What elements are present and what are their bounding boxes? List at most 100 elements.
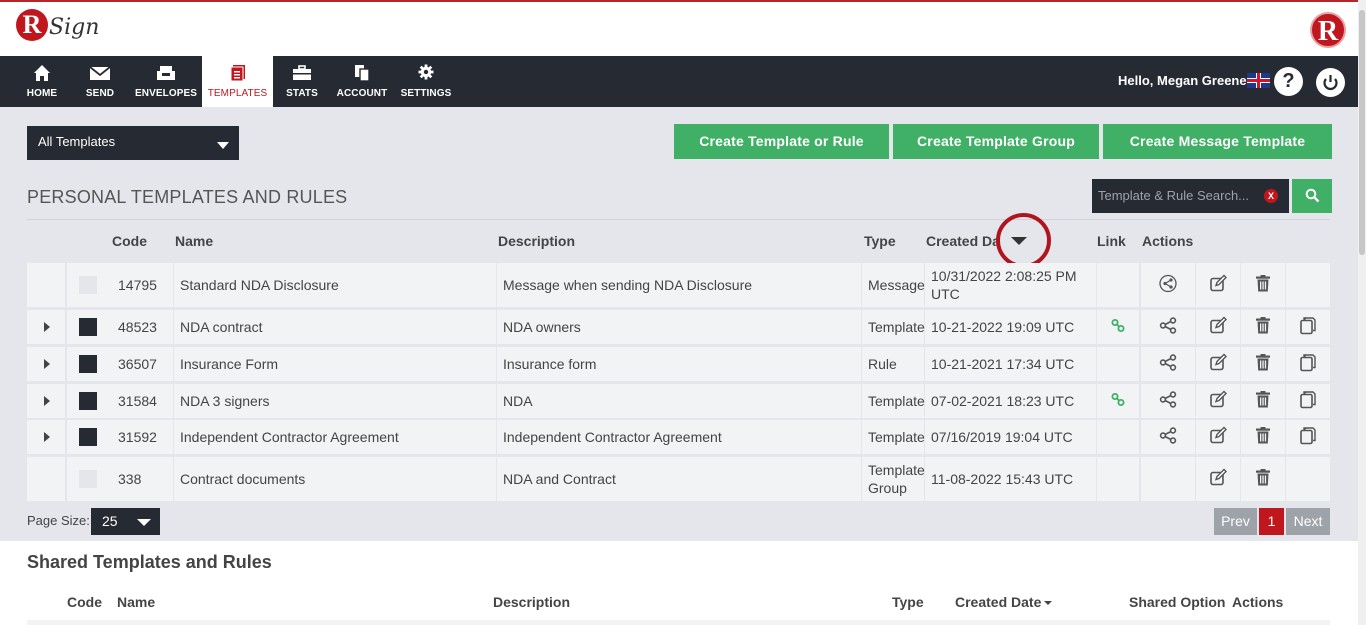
expand-arrow-icon[interactable]	[44, 432, 50, 442]
edit-button[interactable]	[1209, 468, 1227, 490]
shared-column-header-type[interactable]: Type	[892, 594, 924, 610]
copy-button[interactable]	[1299, 354, 1317, 375]
delete-button[interactable]	[1255, 354, 1271, 375]
cell-link	[1097, 457, 1139, 501]
template-search-input[interactable]: Template & Rule Search...	[1092, 179, 1289, 213]
rsign-logo[interactable]: R Sign	[16, 9, 99, 41]
cell-copy	[1286, 420, 1330, 454]
column-header-description[interactable]: Description	[498, 233, 575, 249]
prev-page-button[interactable]: Prev	[1214, 508, 1257, 535]
cell-name: NDA 3 signers	[174, 384, 496, 418]
expand-arrow-icon[interactable]	[44, 322, 50, 332]
share-button[interactable]	[1159, 317, 1177, 338]
search-button[interactable]	[1292, 179, 1332, 213]
edit-button[interactable]	[1209, 390, 1227, 412]
nav-home[interactable]: HOME	[18, 56, 66, 107]
column-header-created-date[interactable]: Created Da	[926, 233, 1000, 249]
link-button[interactable]	[1111, 393, 1125, 410]
copy-button[interactable]	[1299, 427, 1317, 448]
shared-column-header-created-date[interactable]: Created Date	[955, 594, 1053, 610]
column-header-type[interactable]: Type	[864, 233, 896, 249]
table-row[interactable]: 338 Contract documents NDA and Contract Tem…	[27, 457, 1330, 501]
edit-button[interactable]	[1209, 426, 1227, 448]
shared-column-header-name[interactable]: Name	[117, 594, 155, 610]
create-template-or-rule-button[interactable]: Create Template or Rule	[674, 124, 889, 159]
row-checkbox[interactable]	[79, 318, 97, 336]
cell-share	[1141, 420, 1195, 454]
cell-description-text: Independent Contractor Agreement	[503, 429, 722, 445]
cell-type-text: Template	[868, 319, 925, 335]
cell-share	[1141, 263, 1195, 307]
cell-type: Rule	[862, 347, 924, 381]
copy-icon	[1300, 317, 1316, 335]
cell-type-text: Template	[868, 429, 925, 445]
template-filter-select[interactable]: All Templates	[27, 126, 239, 160]
share-button[interactable]	[1159, 391, 1177, 412]
nav-envelopes[interactable]: ENVELOPES	[134, 56, 198, 107]
column-header-actions: Actions	[1142, 233, 1194, 249]
help-icon[interactable]: ?	[1274, 67, 1303, 96]
table-row[interactable]: 31584 NDA 3 signers NDA Template 07-02-2021 …	[27, 384, 1330, 418]
table-row[interactable]: 14795 Standard NDA Disclosure Message when…	[27, 263, 1330, 307]
documents-icon	[355, 65, 370, 82]
shared-column-header-description[interactable]: Description	[493, 594, 570, 610]
delete-button[interactable]	[1255, 391, 1271, 412]
row-checkbox[interactable]	[79, 392, 97, 410]
edit-button[interactable]	[1209, 353, 1227, 375]
link-button[interactable]	[1111, 319, 1125, 336]
expand-cell	[27, 420, 65, 454]
expand-arrow-icon[interactable]	[44, 396, 50, 406]
logout-button[interactable]	[1316, 68, 1345, 97]
cell-description: NDA owners	[497, 310, 861, 344]
create-template-group-button[interactable]: Create Template Group	[893, 124, 1099, 159]
page-1-button[interactable]: 1	[1259, 508, 1284, 535]
user-greeting[interactable]: Hello, Megan Greene	[1118, 73, 1247, 88]
delete-button[interactable]	[1255, 469, 1271, 490]
cell-edit	[1196, 457, 1240, 501]
column-header-name[interactable]: Name	[175, 233, 213, 249]
next-page-button[interactable]: Next	[1286, 508, 1330, 535]
nav-account[interactable]: ACCOUNT	[336, 56, 388, 107]
share-icon	[1159, 427, 1177, 444]
highlight-circle	[996, 213, 1051, 268]
trash-icon	[1256, 354, 1270, 371]
nav-templates[interactable]: TEMPLATES	[202, 56, 273, 107]
table-row[interactable]: 36507 Insurance Form Insurance form Rule 10-…	[27, 347, 1330, 381]
scrollbar-thumb[interactable]	[1359, 10, 1365, 255]
create-message-template-button[interactable]: Create Message Template	[1103, 124, 1332, 159]
clear-search-icon[interactable]: X	[1264, 189, 1278, 203]
shared-column-header-code[interactable]: Code	[67, 594, 102, 610]
edit-button[interactable]	[1209, 316, 1227, 338]
nav-send[interactable]: SEND	[78, 56, 122, 107]
edit-button[interactable]	[1209, 274, 1227, 296]
nav-stats[interactable]: STATS	[283, 56, 321, 107]
share-button[interactable]	[1159, 274, 1177, 296]
share-button[interactable]	[1159, 354, 1177, 375]
delete-button[interactable]	[1255, 317, 1271, 338]
page-size-select[interactable]: 25	[91, 508, 160, 535]
nav-settings[interactable]: SETTINGS	[400, 56, 452, 107]
row-checkbox[interactable]	[79, 428, 97, 446]
trash-icon	[1256, 317, 1270, 334]
cell-delete	[1241, 384, 1285, 418]
cell-link	[1097, 263, 1139, 307]
table-row[interactable]: 48523 NDA contract NDA owners Template 10-21…	[27, 310, 1330, 344]
expand-arrow-icon[interactable]	[44, 359, 50, 369]
row-checkbox[interactable]	[79, 355, 97, 373]
delete-button[interactable]	[1255, 275, 1271, 296]
expand-cell	[27, 347, 65, 381]
table-row[interactable]: 31592 Independent Contractor Agreement Ind…	[27, 420, 1330, 454]
copy-button[interactable]	[1299, 391, 1317, 412]
cell-code-text: 31592	[118, 429, 157, 445]
delete-button[interactable]	[1255, 427, 1271, 448]
edit-icon	[1210, 353, 1227, 371]
share-button[interactable]	[1159, 427, 1177, 448]
column-header-code[interactable]: Code	[112, 233, 147, 249]
cell-description-text: Message when sending NDA Disclosure	[503, 277, 753, 293]
uk-flag-icon[interactable]	[1247, 73, 1270, 88]
copy-button[interactable]	[1299, 317, 1317, 338]
nav-label: TEMPLATES	[207, 88, 268, 99]
cell-created-text: 07/16/2019 19:04 UTC	[931, 429, 1073, 445]
home-icon	[34, 65, 50, 81]
search-icon	[1305, 188, 1319, 203]
